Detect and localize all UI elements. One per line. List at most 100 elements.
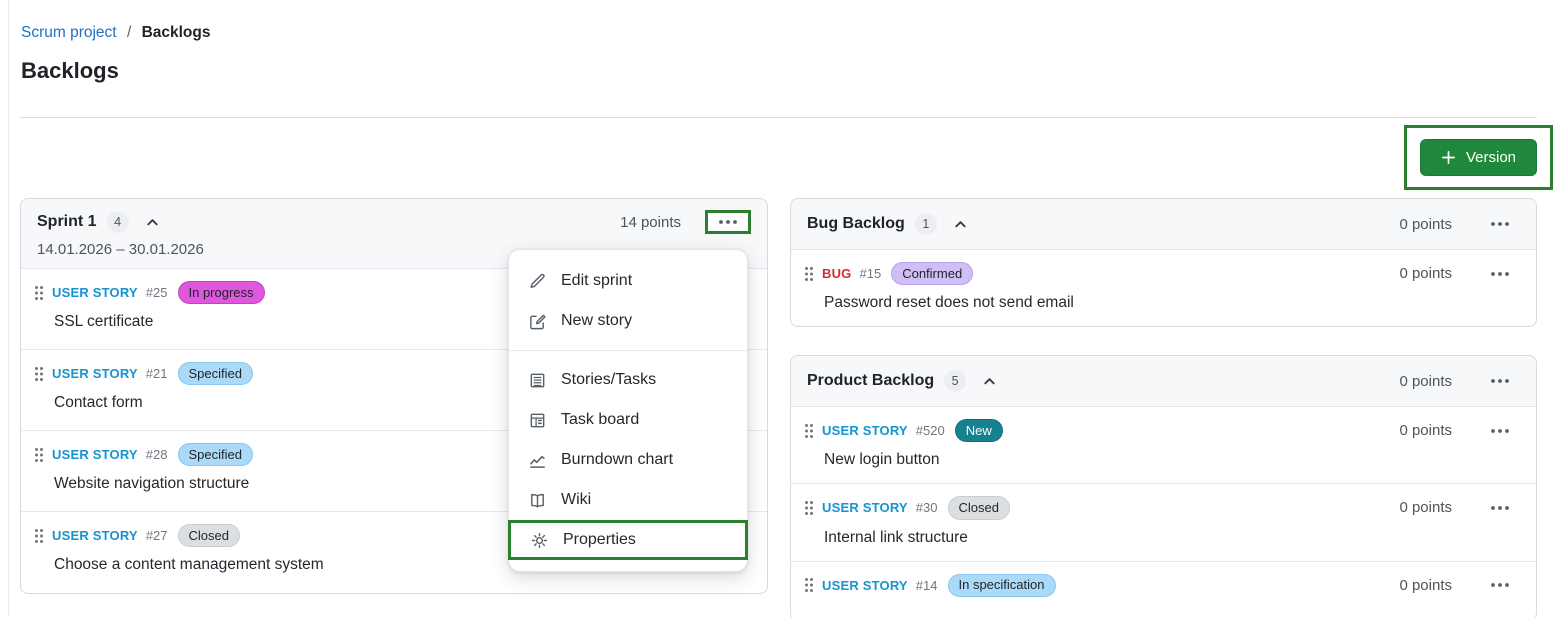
status-badge: Specified	[178, 362, 253, 385]
menu-item-label: Edit sprint	[561, 272, 632, 290]
task-board-icon	[527, 411, 547, 430]
burndown-chart-icon	[527, 451, 547, 470]
stories-tasks-icon	[527, 371, 547, 390]
sprint-points: 14 points	[620, 214, 681, 231]
sprint-menu-button[interactable]	[708, 213, 748, 231]
menu-item-label: Task board	[561, 411, 639, 429]
menu-item-properties[interactable]: Properties	[511, 523, 745, 557]
product-backlog-menu-button[interactable]	[1480, 372, 1520, 390]
chevron-up-icon	[953, 217, 968, 232]
product-backlog-panel: Product Backlog 5 0 points USER STORY #5…	[790, 355, 1537, 617]
work-package-type-link[interactable]: USER STORY	[52, 285, 138, 300]
work-package-id: #14	[916, 578, 938, 593]
ellipsis-icon	[1490, 271, 1510, 277]
status-badge: In progress	[178, 281, 265, 304]
menu-item-new-story[interactable]: New story	[509, 301, 747, 341]
backlogs-page: Scrum project / Backlogs Backlogs Versio…	[0, 0, 1556, 617]
work-package-id: #520	[916, 423, 945, 438]
chevron-up-icon	[982, 374, 997, 389]
menu-item-label: Burndown chart	[561, 451, 673, 469]
story-row[interactable]: USER STORY #520 New 0 points New login b…	[791, 407, 1536, 484]
work-package-type-link[interactable]: USER STORY	[52, 447, 138, 462]
story-row[interactable]: USER STORY #14 In specification 0 points	[791, 562, 1536, 617]
work-package-id: #27	[146, 528, 168, 543]
breadcrumb-project-link[interactable]: Scrum project	[21, 24, 117, 41]
bug-row[interactable]: BUG #15 Confirmed 0 points Password rese…	[791, 250, 1536, 326]
breadcrumb: Scrum project / Backlogs	[21, 24, 210, 42]
bug-backlog-menu-button[interactable]	[1480, 215, 1520, 233]
status-badge: Closed	[178, 524, 240, 547]
row-points: 0 points	[1399, 577, 1452, 594]
menu-item-burndown-chart[interactable]: Burndown chart	[509, 440, 747, 480]
status-badge: Specified	[178, 443, 253, 466]
work-package-title: New login button	[824, 451, 1520, 483]
wiki-icon	[527, 491, 547, 510]
menu-item-label: New story	[561, 312, 632, 330]
work-package-id: #30	[916, 500, 938, 515]
ellipsis-icon	[1490, 428, 1510, 434]
work-package-id: #28	[146, 447, 168, 462]
drag-handle-icon[interactable]	[804, 577, 814, 593]
work-package-type-link[interactable]: USER STORY	[52, 528, 138, 543]
row-points: 0 points	[1399, 499, 1452, 516]
row-menu-button[interactable]	[1480, 499, 1520, 517]
work-package-type-link[interactable]: BUG	[822, 266, 852, 281]
menu-divider	[509, 350, 747, 351]
ellipsis-icon	[718, 219, 738, 225]
row-points: 0 points	[1399, 265, 1452, 282]
drag-handle-icon[interactable]	[804, 423, 814, 439]
row-menu-button[interactable]	[1480, 422, 1520, 440]
ellipsis-icon	[1490, 505, 1510, 511]
row-menu-button[interactable]	[1480, 265, 1520, 283]
product-backlog-collapse-button[interactable]	[980, 372, 999, 391]
work-package-title	[824, 606, 1520, 617]
menu-item-wiki[interactable]: Wiki	[509, 480, 747, 520]
menu-item-task-board[interactable]: Task board	[509, 400, 747, 440]
annotation-box-properties: Properties	[508, 520, 748, 560]
work-package-type-link[interactable]: USER STORY	[822, 578, 908, 593]
product-backlog-count-badge: 5	[944, 370, 966, 392]
work-package-type-link[interactable]: USER STORY	[52, 366, 138, 381]
work-package-id: #15	[860, 266, 882, 281]
menu-item-stories-tasks[interactable]: Stories/Tasks	[509, 360, 747, 400]
ellipsis-icon	[1490, 582, 1510, 588]
chevron-up-icon	[145, 215, 160, 230]
ellipsis-icon	[1490, 221, 1510, 227]
breadcrumb-separator: /	[127, 24, 131, 41]
add-version-label: Version	[1466, 149, 1516, 166]
drag-handle-icon[interactable]	[34, 285, 44, 301]
work-package-type-link[interactable]: USER STORY	[822, 500, 908, 515]
drag-handle-icon[interactable]	[804, 266, 814, 282]
pencil-icon	[527, 272, 547, 291]
product-backlog-points: 0 points	[1399, 373, 1452, 390]
drag-handle-icon[interactable]	[34, 528, 44, 544]
annotation-box-sprint-menu	[705, 210, 751, 234]
menu-item-edit-sprint[interactable]: Edit sprint	[509, 261, 747, 301]
work-package-type-link[interactable]: USER STORY	[822, 423, 908, 438]
sprint-collapse-button[interactable]	[143, 213, 162, 232]
row-menu-button[interactable]	[1480, 576, 1520, 594]
drag-handle-icon[interactable]	[34, 447, 44, 463]
plus-icon	[1441, 150, 1456, 165]
status-badge: Confirmed	[891, 262, 973, 285]
new-story-icon	[527, 312, 547, 331]
drag-handle-icon[interactable]	[804, 500, 814, 516]
product-backlog-header: Product Backlog 5 0 points	[791, 356, 1536, 407]
menu-item-label: Properties	[563, 531, 636, 549]
sprint-title: Sprint 1	[37, 213, 97, 231]
row-points: 0 points	[1399, 422, 1452, 439]
work-package-title: Password reset does not send email	[824, 294, 1520, 326]
header-divider	[20, 117, 1537, 118]
add-version-button[interactable]: Version	[1420, 139, 1537, 176]
menu-item-label: Stories/Tasks	[561, 371, 656, 389]
bug-backlog-collapse-button[interactable]	[951, 215, 970, 234]
bug-backlog-header: Bug Backlog 1 0 points	[791, 199, 1536, 250]
sprint-count-badge: 4	[107, 211, 129, 233]
bug-backlog-title: Bug Backlog	[807, 215, 905, 233]
drag-handle-icon[interactable]	[34, 366, 44, 382]
product-backlog-title: Product Backlog	[807, 372, 934, 390]
status-badge: In specification	[948, 574, 1056, 597]
status-badge: New	[955, 419, 1003, 442]
story-row[interactable]: USER STORY #30 Closed 0 points Internal …	[791, 484, 1536, 561]
work-package-id: #25	[146, 285, 168, 300]
